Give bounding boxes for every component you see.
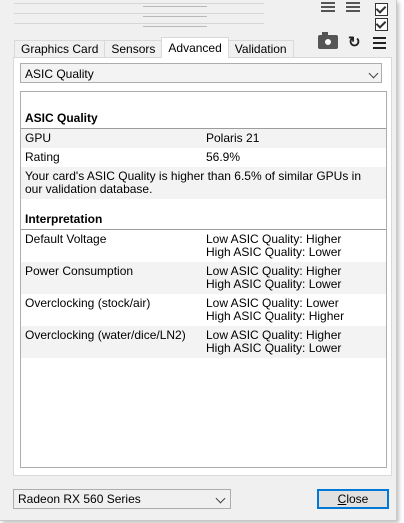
gpu-select-value: Radeon RX 560 Series — [18, 492, 141, 506]
table-row: Rating 56.9% — [21, 148, 386, 167]
table-row: Overclocking (stock/air) Low ASIC Qualit… — [21, 294, 386, 326]
row-key: Rating — [25, 150, 60, 164]
row-value-line: High ASIC Quality: Higher — [206, 309, 345, 323]
sensor-graph-icon — [346, 2, 360, 14]
refresh-icon[interactable]: ↻ — [348, 34, 361, 52]
asic-note: Your card's ASIC Quality is higher than … — [25, 169, 361, 196]
table-row: GPU Polaris 21 — [21, 129, 386, 148]
row-key: Default Voltage — [25, 232, 107, 246]
row-value: Low ASIC Quality: Lower High ASIC Qualit… — [206, 297, 386, 323]
checkbox-icon[interactable] — [375, 18, 388, 31]
row-key: Overclocking (stock/air) — [25, 296, 151, 310]
sensor-graph-icon — [321, 2, 335, 14]
tab-bar: Graphics Card Sensors Advanced Validatio… — [14, 37, 294, 58]
close-button-label: lose — [346, 492, 369, 506]
table-row: Your card's ASIC Quality is higher than … — [21, 167, 386, 199]
checkbox-icon[interactable] — [375, 3, 388, 16]
hamburger-menu-icon[interactable] — [373, 37, 386, 52]
advanced-tab-panel: ASIC Quality ASIC Quality GPU Polaris 21… — [13, 57, 392, 476]
row-value: 56.9% — [206, 150, 241, 164]
row-key: GPU — [25, 131, 52, 145]
tab-graphics-card[interactable]: Graphics Card — [14, 40, 106, 58]
table-row: Overclocking (water/dice/LN2) Low ASIC Q… — [21, 326, 386, 358]
close-button[interactable]: Close — [317, 489, 389, 509]
tab-validation[interactable]: Validation — [227, 40, 294, 58]
camera-icon[interactable] — [318, 32, 338, 49]
tab-advanced[interactable]: Advanced — [161, 37, 229, 58]
row-value: Low ASIC Quality: Higher High ASIC Quali… — [206, 329, 386, 355]
row-value-line: High ASIC Quality: Lower — [206, 341, 342, 355]
row-value-line: High ASIC Quality: Lower — [206, 245, 342, 259]
row-value: Low ASIC Quality: Higher High ASIC Quali… — [206, 265, 386, 291]
tab-sensors[interactable]: Sensors — [104, 40, 163, 58]
chevron-down-icon — [368, 68, 379, 79]
chevron-down-icon — [215, 493, 226, 504]
table-row: Default Voltage Low ASIC Quality: Higher… — [21, 230, 386, 262]
toolbar-icons: ↻ — [318, 32, 390, 52]
row-key: Overclocking (water/dice/LN2) — [25, 328, 186, 342]
section-title-interpretation: Interpretation — [21, 209, 386, 230]
category-select[interactable]: ASIC Quality — [20, 63, 382, 83]
row-key: Power Consumption — [25, 264, 134, 278]
gpuz-window: Graphics Card Sensors Advanced Validatio… — [0, 0, 397, 521]
row-value: Low ASIC Quality: Higher High ASIC Quali… — [206, 233, 386, 259]
table-row: Power Consumption Low ASIC Quality: High… — [21, 262, 386, 294]
row-value-line: High ASIC Quality: Lower — [206, 277, 342, 291]
row-value: Polaris 21 — [206, 131, 260, 145]
gpu-select[interactable]: Radeon RX 560 Series — [13, 489, 231, 509]
details-list[interactable]: ASIC Quality GPU Polaris 21 Rating 56.9%… — [20, 91, 387, 468]
section-title-asic-quality: ASIC Quality — [21, 108, 386, 129]
top-strip-cutoff — [0, 0, 396, 36]
category-select-value: ASIC Quality — [25, 67, 94, 81]
